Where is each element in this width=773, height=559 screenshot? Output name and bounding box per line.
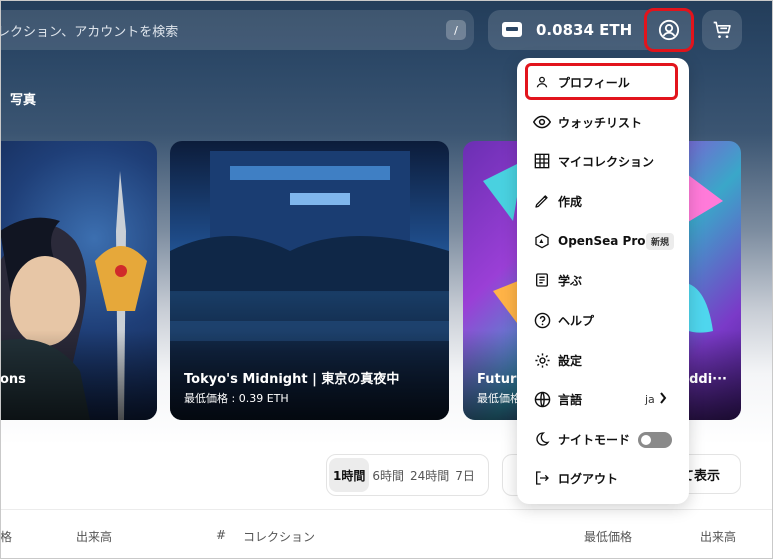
menu-item-night-mode[interactable]: ナイトモード <box>517 420 689 458</box>
time-option-6h[interactable]: 6時間 <box>369 467 407 484</box>
menu-item-label: OpenSea Pro <box>558 234 646 248</box>
pencil-icon <box>533 192 551 210</box>
account-circle-icon <box>658 19 680 41</box>
moon-icon <box>533 430 551 448</box>
table-header-rank: # <box>216 528 227 542</box>
help-icon <box>533 311 551 329</box>
menu-item-create[interactable]: 作成 <box>517 182 689 220</box>
table-header-volume-right: 出来高 <box>700 530 737 544</box>
logout-icon <box>533 469 551 487</box>
grid-icon <box>533 152 551 170</box>
cart-button[interactable] <box>702 10 742 50</box>
wallet-balance: 0.0834 ETH <box>536 21 633 39</box>
menu-item-label: 言語 <box>558 392 583 407</box>
search-input[interactable]: レクション、アカウントを検索 <box>0 21 178 40</box>
time-option-1h[interactable]: 1時間 <box>329 458 370 492</box>
menu-item-settings[interactable]: 設定 <box>517 341 689 379</box>
table-divider <box>0 509 773 510</box>
collection-card[interactable]: Tokyo's Midnight | 東京の真夜中 最低価格 : 0.39 ET… <box>170 141 449 420</box>
menu-item-label: ウォッチリスト <box>558 115 643 130</box>
collection-card[interactable]: ons <box>0 141 157 420</box>
opensea-pro-icon <box>533 232 551 250</box>
menu-item-logout[interactable]: ログアウト <box>517 459 689 497</box>
eye-icon <box>533 113 551 131</box>
table-header-floor-price: 最低価格 <box>584 530 633 544</box>
language-value: ja <box>645 392 655 406</box>
search-bar[interactable]: レクション、アカウントを検索 / <box>0 10 474 50</box>
menu-item-help[interactable]: ヘルプ <box>517 301 689 339</box>
menu-item-watchlist[interactable]: ウォッチリスト <box>517 103 689 141</box>
table-header-collection: コレクション <box>243 530 316 544</box>
globe-icon <box>533 390 551 408</box>
profile-button[interactable] <box>644 8 694 52</box>
table-header-price-partial: 格 <box>0 530 13 544</box>
menu-item-label: 作成 <box>558 194 583 209</box>
card-title: Futur <box>477 372 517 387</box>
night-mode-toggle[interactable] <box>638 432 672 448</box>
menu-item-opensea-pro[interactable]: OpenSea Pro 新規 <box>517 222 689 260</box>
time-option-7d[interactable]: 7日 <box>452 467 478 484</box>
menu-item-label: ナイトモード <box>558 432 631 447</box>
wallet-icon <box>502 22 522 37</box>
search-shortcut-hint: / <box>446 20 466 40</box>
time-option-24h[interactable]: 24時間 <box>407 467 452 484</box>
book-icon <box>533 271 551 289</box>
time-filter[interactable]: 1時間 6時間 24時間 7日 <box>326 454 489 496</box>
menu-item-label: ログアウト <box>558 471 619 486</box>
chevron-right-icon <box>659 392 667 404</box>
menu-item-language[interactable]: 言語 ja <box>517 380 689 418</box>
cart-icon <box>713 21 731 38</box>
menu-item-my-collections[interactable]: マイコレクション <box>517 142 689 180</box>
profile-item-highlight <box>525 63 678 100</box>
card-title: ons <box>0 372 26 387</box>
category-tab-photo[interactable]: 写真 <box>10 89 36 108</box>
card-title: Tokyo's Midnight | 東京の真夜中 <box>184 372 400 387</box>
menu-item-label: 設定 <box>558 353 583 368</box>
menu-item-label: ヘルプ <box>558 313 595 328</box>
profile-dropdown-menu: プロフィール ウォッチリスト マイコレクション 作成 OpenSea Pro 新… <box>517 58 689 504</box>
card-floor-price: 最低価格 : 0.39 ETH <box>184 392 289 405</box>
settings-icon <box>533 351 551 369</box>
menu-item-learn[interactable]: 学ぶ <box>517 261 689 299</box>
menu-item-label: 学ぶ <box>558 273 583 288</box>
new-badge: 新規 <box>646 233 675 250</box>
table-header-volume: 出来高 <box>76 530 113 544</box>
menu-item-label: マイコレクション <box>558 154 655 169</box>
card-floor-price: 最低価格 <box>477 392 521 405</box>
